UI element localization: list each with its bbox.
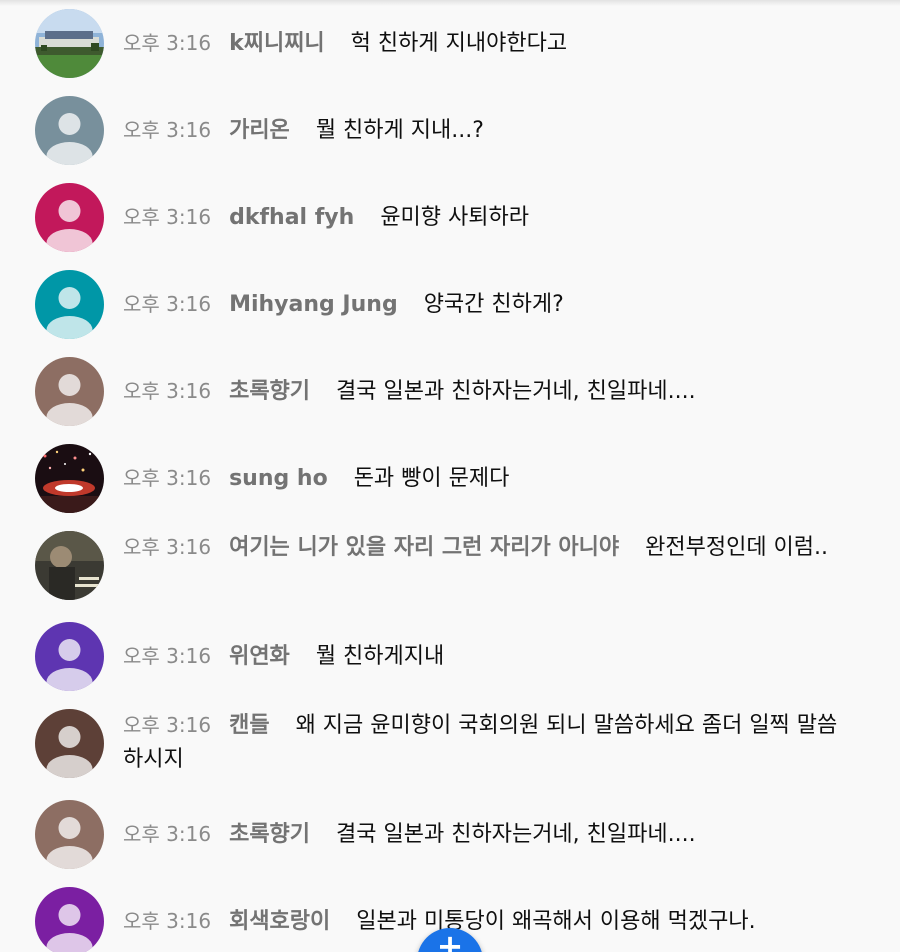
message-time: 오후 3:16 — [123, 31, 212, 55]
top-shadow — [0, 0, 900, 6]
message-text: 뭘 친하게 지내...? — [315, 118, 484, 143]
landscape-photo-icon — [35, 9, 104, 78]
chat-message-list[interactable]: 오후 3:16 k찌니찌니 헉 친하게 지내야한다고 오후 3:16 가리온 뭘 친하게… — [0, 0, 900, 952]
author-name[interactable]: 초록향기 — [229, 822, 310, 847]
message-text: 일본과 미통당이 왜곡해서 이용해 먹겠구나. — [356, 909, 756, 934]
avatar[interactable] — [35, 444, 104, 513]
message-text: 결국 일본과 친하자는거네, 친일파네.... — [336, 379, 696, 404]
author-name[interactable]: 회색호랑이 — [229, 909, 330, 934]
author-name[interactable]: 초록향기 — [229, 379, 310, 404]
avatar[interactable] — [35, 531, 104, 600]
message-time: 오후 3:16 — [123, 822, 212, 846]
author-name[interactable]: k찌니찌니 — [229, 31, 325, 56]
message-text: 결국 일본과 친하자는거네, 친일파네.... — [336, 822, 696, 847]
person-icon — [46, 817, 93, 869]
plus-icon: + — [436, 927, 464, 952]
author-name[interactable]: 위연화 — [229, 644, 290, 669]
author-name[interactable]: dkfhal fyh — [229, 205, 354, 230]
message-time: 오후 3:16 — [123, 909, 212, 933]
message-text: 완전부정인데 이럼.. — [645, 535, 829, 560]
author-name[interactable]: 여기는 니가 있을 자리 그런 자리가 아니야 — [229, 535, 619, 560]
person-icon — [46, 726, 93, 778]
message-time: 오후 3:16 — [123, 118, 212, 142]
avatar[interactable] — [35, 357, 104, 426]
avatar[interactable] — [35, 709, 104, 778]
message-time: 오후 3:16 — [123, 379, 212, 403]
author-name[interactable]: 캔들 — [229, 713, 269, 738]
message-text: 뭘 친하게지내 — [315, 644, 445, 669]
message-time: 오후 3:16 — [123, 535, 212, 559]
person-icon — [46, 639, 93, 691]
stage-lights-photo-icon — [35, 444, 104, 513]
message-text: 돈과 빵이 문제다 — [353, 466, 510, 491]
message-time: 오후 3:16 — [123, 292, 212, 316]
message-time: 오후 3:16 — [123, 713, 212, 737]
movie-still-photo-icon — [35, 531, 104, 600]
avatar[interactable] — [35, 270, 104, 339]
person-icon — [46, 374, 93, 426]
author-name[interactable]: Mihyang Jung — [229, 292, 398, 317]
message-text: 헉 친하게 지내야한다고 — [350, 31, 568, 56]
message-time: 오후 3:16 — [123, 205, 212, 229]
message-time: 오후 3:16 — [123, 466, 212, 490]
author-name[interactable]: sung ho — [229, 466, 328, 491]
avatar[interactable] — [35, 622, 104, 691]
avatar[interactable] — [35, 9, 104, 78]
person-icon — [46, 287, 93, 339]
person-icon — [46, 113, 93, 165]
avatar[interactable] — [35, 800, 104, 869]
person-icon — [46, 904, 93, 952]
message-time: 오후 3:16 — [123, 644, 212, 668]
avatar[interactable] — [35, 96, 104, 165]
avatar[interactable] — [35, 887, 104, 952]
author-name[interactable]: 가리온 — [229, 118, 290, 143]
person-icon — [46, 200, 93, 252]
message-text: 윤미향 사퇴하라 — [380, 205, 529, 230]
avatar[interactable] — [35, 183, 104, 252]
message-text: 양국간 친하게? — [423, 292, 564, 317]
